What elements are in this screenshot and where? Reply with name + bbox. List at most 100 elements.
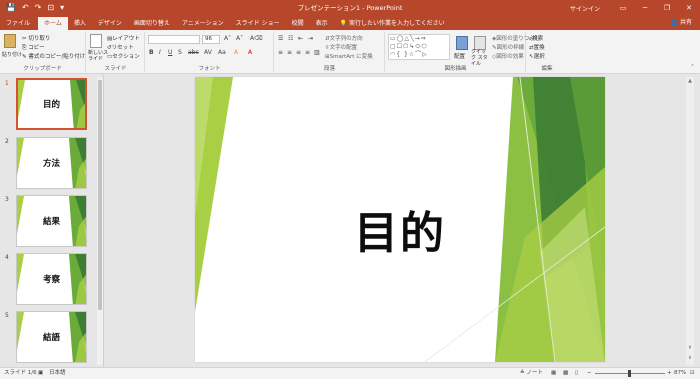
signin-link[interactable]: サインイン — [570, 4, 600, 13]
new-slide-icon[interactable] — [90, 34, 102, 48]
tab-insert[interactable]: 挿入 — [68, 17, 92, 30]
customize-qat-icon[interactable]: ▾ — [60, 0, 64, 16]
font-color-icon[interactable]: A — [248, 49, 252, 56]
align-right-icon[interactable]: ≡ — [296, 49, 301, 56]
quick-styles-icon[interactable] — [474, 36, 486, 50]
tell-me-search[interactable]: 💡 実行したい作業を入力してください — [340, 17, 445, 30]
arrange-button[interactable]: 配置 — [454, 52, 465, 60]
paste-button[interactable]: 貼り付け — [2, 51, 22, 58]
shape-effects-button[interactable]: ◇図形の効果 — [492, 52, 524, 60]
minimize-button[interactable]: ─ — [634, 0, 656, 16]
paste-icon[interactable] — [4, 34, 16, 48]
align-left-icon[interactable]: ≡ — [278, 49, 283, 56]
slide-number: 1 — [5, 80, 9, 87]
zoom-level[interactable]: 87% — [674, 368, 686, 379]
slide-thumbnail-1[interactable]: 目的 — [16, 78, 87, 130]
collapse-ribbon-icon[interactable]: ˄ — [691, 64, 694, 71]
copy-icon: ⎘ — [22, 45, 27, 51]
italic-icon[interactable]: I — [159, 49, 161, 56]
zoom-out-icon[interactable]: − — [587, 368, 592, 379]
numbering-icon[interactable]: ☷ — [288, 35, 293, 42]
tab-transitions[interactable]: 画面切り替え — [128, 17, 176, 30]
copy-button[interactable]: ⎘ コピー — [22, 43, 45, 52]
share-button[interactable]: 👤 共有 — [671, 16, 692, 30]
language-status[interactable]: 日本語 — [49, 368, 66, 379]
ribbon: 貼り付け ✂ 切り取り ⎘ コピー ✎ 書式のコピー/貼り付け クリップボード … — [0, 30, 700, 74]
ribbon-tabs: ファイル ホーム 挿入 デザイン 画面切り替え アニメーション スライド ショー… — [0, 16, 700, 30]
shrink-font-icon[interactable]: A˅ — [236, 35, 243, 42]
slide-title[interactable]: 目的 — [195, 197, 605, 261]
smartart-button[interactable]: ⊞SmartArt に変換 — [325, 52, 373, 60]
slide-thumbnail-4[interactable]: 考察 — [16, 253, 87, 305]
slide-thumbnail-3[interactable]: 結果 — [16, 195, 87, 247]
undo-icon[interactable]: ↶ — [22, 0, 29, 16]
arrange-icon[interactable] — [456, 36, 468, 50]
layout-button[interactable]: ▤レイアウト — [107, 34, 140, 42]
slide-thumbnail-2[interactable]: 方法 — [16, 137, 87, 189]
tab-home[interactable]: ホーム — [38, 17, 68, 30]
select-button[interactable]: ↖選択 — [529, 52, 545, 60]
clipboard-group: 貼り付け ✂ 切り取り ⎘ コピー ✎ 書式のコピー/貼り付け クリップボード — [0, 32, 86, 72]
increase-indent-icon[interactable]: ⇥ — [308, 35, 313, 42]
slide-number: 2 — [5, 138, 9, 145]
grow-font-icon[interactable]: A˄ — [224, 35, 231, 42]
strikethrough-icon[interactable]: abc — [188, 49, 199, 56]
shape-outline-button[interactable]: ✎図形の枠線 — [492, 43, 524, 51]
tab-file[interactable]: ファイル — [0, 17, 36, 30]
present-icon[interactable]: ⊡ — [47, 0, 54, 16]
find-button[interactable]: ⌕検索 — [529, 34, 543, 43]
shapes-gallery[interactable]: ▭◯△╲→⇒ ▢☐⬠↳⬭⬡ ◠{ }☆⌒▷ — [388, 34, 450, 60]
tab-animations[interactable]: アニメーション — [176, 17, 230, 30]
align-center-icon[interactable]: ≡ — [287, 49, 292, 56]
tab-design[interactable]: デザイン — [92, 17, 128, 30]
change-case-icon[interactable]: Aa — [218, 49, 226, 56]
align-text-button[interactable]: ⇳文字の配置 — [325, 43, 357, 51]
text-direction-button[interactable]: ⇵文字列の方向 — [325, 34, 363, 42]
maximize-button[interactable]: ❐ — [656, 0, 678, 16]
notes-button[interactable]: ≜ ノート — [520, 368, 543, 379]
prev-slide-icon[interactable]: ⇞ — [686, 345, 694, 351]
highlight-icon[interactable]: A — [234, 49, 238, 56]
redo-icon[interactable]: ↷ — [35, 0, 42, 16]
tab-view[interactable]: 表示 — [310, 17, 334, 30]
zoom-slider[interactable] — [595, 370, 665, 377]
new-slide-button[interactable]: 新しいスライド — [88, 50, 108, 62]
bold-icon[interactable]: B — [149, 49, 154, 56]
close-button[interactable]: ✕ — [678, 0, 700, 16]
zoom-in-icon[interactable]: + — [667, 368, 672, 379]
underline-icon[interactable]: U — [168, 49, 172, 56]
format-painter-button[interactable]: ✎ 書式のコピー/貼り付け — [22, 52, 85, 60]
clear-format-icon[interactable]: A⌫ — [250, 35, 263, 42]
save-icon[interactable]: 💾 — [6, 0, 16, 16]
scroll-up-icon[interactable]: ▲ — [686, 78, 694, 84]
main-slide[interactable]: 目的 — [195, 77, 605, 362]
tab-slideshow[interactable]: スライド ショー — [230, 17, 286, 30]
fit-slide-icon[interactable]: ⊡ — [690, 368, 695, 379]
scrollbar-thumb[interactable] — [98, 80, 102, 310]
ribbon-options-icon[interactable]: ▭ — [612, 0, 634, 16]
drawing-group: ▭◯△╲→⇒ ▢☐⬠↳⬭⬡ ◠{ }☆⌒▷ 配置 クイック スタイル ◈図形の塗りつ… — [386, 32, 540, 72]
slide-vertical-scrollbar[interactable]: ▲ ⇞ ⇟ — [686, 77, 694, 365]
justify-icon[interactable]: ≡ — [305, 49, 310, 56]
slide-thumbnail-5[interactable]: 結語 — [16, 311, 87, 363]
language-icon[interactable]: ▣ — [38, 368, 43, 379]
tab-review[interactable]: 校閲 — [286, 17, 310, 30]
columns-icon[interactable]: ▥ — [314, 49, 320, 56]
replace-button[interactable]: ⇄置換 — [529, 43, 545, 51]
thumbnail-scrollbar[interactable] — [97, 77, 103, 365]
normal-view-icon[interactable]: ▦ — [551, 368, 556, 379]
zoom-slider-knob[interactable] — [628, 370, 631, 377]
bullets-icon[interactable]: ☰ — [278, 35, 283, 42]
clipboard-group-label: クリップボード — [23, 66, 62, 72]
reading-view-icon[interactable]: ▯ — [575, 368, 578, 379]
char-spacing-icon[interactable]: AV — [204, 49, 212, 56]
font-name-field[interactable] — [148, 35, 200, 44]
cut-button[interactable]: ✂ 切り取り — [22, 34, 50, 42]
reset-button[interactable]: ↺リセット — [107, 43, 134, 51]
font-size-field[interactable]: 96 — [202, 35, 220, 44]
decrease-indent-icon[interactable]: ⇤ — [298, 35, 303, 42]
section-button[interactable]: ▭セクション — [107, 52, 140, 60]
next-slide-icon[interactable]: ⇟ — [686, 355, 694, 361]
shadow-icon[interactable]: S — [178, 49, 182, 56]
slide-sorter-icon[interactable]: ▩ — [563, 368, 568, 379]
